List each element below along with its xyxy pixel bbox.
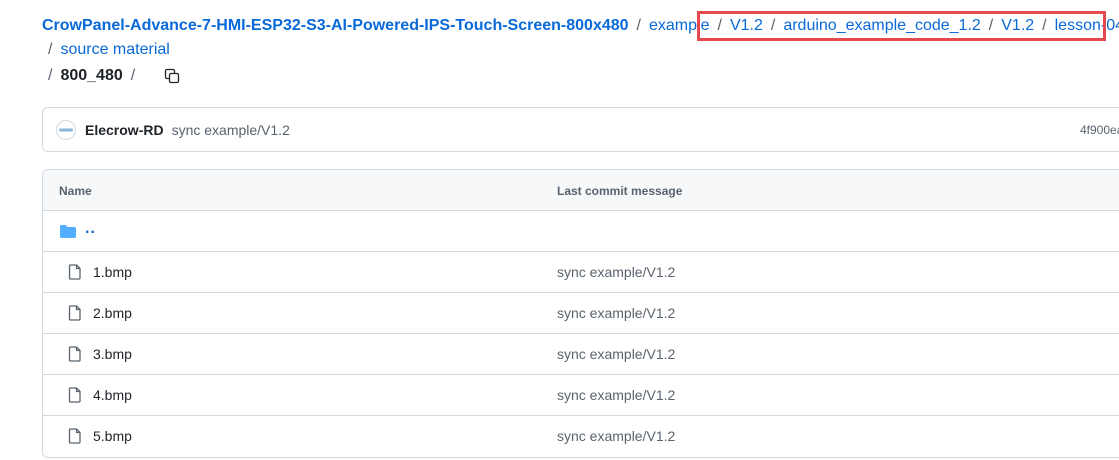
avatar[interactable]	[56, 119, 76, 140]
commit-sha-link[interactable]: 4f900ea	[1080, 123, 1119, 137]
file-table: Name Last commit message .. 1.bmp sync e…	[42, 169, 1119, 458]
table-row[interactable]: 1.bmp sync example/V1.2	[43, 252, 1119, 293]
breadcrumb-separator: /	[988, 17, 994, 34]
folder-icon	[60, 225, 76, 238]
file-commit-message[interactable]: sync example/V1.2	[557, 305, 675, 321]
breadcrumb-item-lesson-04[interactable]: lesson-04	[1055, 14, 1119, 38]
copy-path-button[interactable]	[157, 63, 187, 89]
copy-icon	[165, 68, 180, 84]
breadcrumb-separator: /	[717, 17, 722, 34]
breadcrumb-separator: /	[48, 67, 53, 84]
breadcrumb-item-source-material[interactable]: source material	[60, 38, 169, 62]
file-commit-message[interactable]: sync example/V1.2	[557, 428, 675, 444]
header-last-commit: Last commit message	[557, 184, 683, 198]
elecrow-logo	[59, 128, 73, 131]
breadcrumb-separator: /	[636, 17, 641, 34]
latest-commit-bar: Elecrow-RD sync example/V1.2 4f900ea	[42, 107, 1119, 152]
table-row[interactable]: 4.bmp sync example/V1.2	[43, 375, 1119, 416]
file-commit-message[interactable]: sync example/V1.2	[557, 387, 675, 403]
file-name-link[interactable]: 3.bmp	[93, 346, 132, 362]
parent-directory-row[interactable]: ..	[43, 211, 1119, 252]
file-commit-message[interactable]: sync example/V1.2	[557, 346, 675, 362]
breadcrumb-item-example[interactable]: example	[649, 14, 709, 38]
file-commit-message[interactable]: sync example/V1.2	[557, 264, 675, 280]
breadcrumb-separator: /	[770, 17, 776, 34]
breadcrumb-item-arduino-example-code[interactable]: arduino_example_code_1.2	[783, 14, 980, 38]
breadcrumb-current: 800_480	[60, 67, 123, 84]
file-icon	[68, 264, 81, 280]
breadcrumb-separator: /	[1042, 17, 1047, 34]
table-row[interactable]: 3.bmp sync example/V1.2	[43, 334, 1119, 375]
file-icon	[68, 428, 81, 444]
table-row[interactable]: 2.bmp sync example/V1.2	[43, 293, 1119, 334]
file-icon	[68, 305, 81, 321]
file-name-link[interactable]: 5.bmp	[93, 428, 132, 444]
file-icon	[68, 387, 81, 403]
breadcrumb-item-v1-2-sub[interactable]: V1.2	[1001, 14, 1034, 38]
commit-message-link[interactable]: sync example/V1.2	[172, 122, 290, 138]
file-name-link[interactable]: 4.bmp	[93, 387, 132, 403]
breadcrumb-separator: /	[48, 41, 53, 58]
table-row[interactable]: 5.bmp sync example/V1.2	[43, 416, 1119, 457]
file-icon	[68, 346, 81, 362]
commit-author-link[interactable]: Elecrow-RD	[85, 122, 164, 138]
header-name: Name	[59, 184, 92, 198]
file-name-link[interactable]: 1.bmp	[93, 264, 132, 280]
table-header: Name Last commit message	[43, 170, 1119, 211]
file-name-link[interactable]: 2.bmp	[93, 305, 132, 321]
breadcrumb-item-v1-2[interactable]: V1.2	[730, 14, 763, 38]
parent-directory-link[interactable]: ..	[85, 220, 96, 238]
breadcrumb: CrowPanel-Advance-7-HMI-ESP32-S3-AI-Powe…	[42, 14, 1119, 89]
breadcrumb-repo-link[interactable]: CrowPanel-Advance-7-HMI-ESP32-S3-AI-Powe…	[42, 14, 629, 38]
breadcrumb-separator: /	[130, 67, 136, 84]
